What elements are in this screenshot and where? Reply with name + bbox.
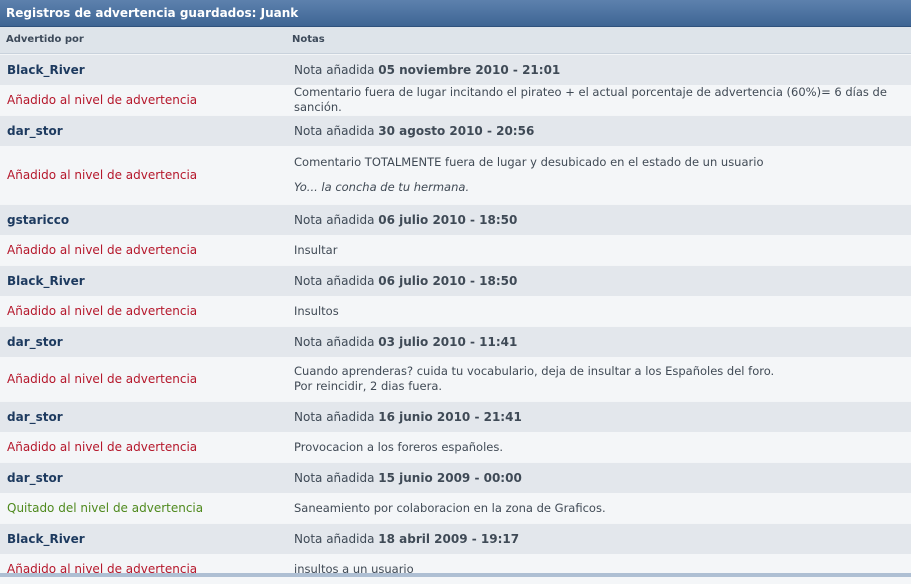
nota-date: 06 julio 2010 - 18:50 [378, 274, 518, 288]
user-link[interactable]: dar_stor [7, 124, 63, 138]
user-link[interactable]: dar_stor [7, 335, 63, 349]
nota-date: 16 junio 2010 - 21:41 [378, 410, 522, 424]
nota-label: Nota añadida [294, 410, 375, 424]
panel-bottom-border [0, 573, 911, 577]
note-text-line2: Por reincidir, 2 dias fuera. [294, 379, 443, 393]
entry-body-row: Añadido al nivel de advertencia Cuando a… [0, 357, 911, 401]
warning-action: Añadido al nivel de advertencia [7, 440, 198, 454]
note-text: Cuando aprenderas? cuida tu vocabulario,… [294, 364, 775, 378]
warning-action: Añadido al nivel de advertencia [7, 304, 198, 318]
user-link[interactable]: Black_River [7, 274, 85, 288]
nota-label: Nota añadida [294, 532, 375, 546]
note-text: Comentario fuera de lugar incitando el p… [294, 85, 887, 114]
entry-body-row: Quitado del nivel de advertencia Saneami… [0, 493, 911, 523]
entry-body-row: Añadido al nivel de advertencia Comentar… [0, 146, 911, 204]
column-header-row: Advertido por Notas [0, 27, 911, 54]
user-link[interactable]: gstaricco [7, 213, 69, 227]
nota-label: Nota añadida [294, 471, 375, 485]
entry-body-row: Añadido al nivel de advertencia Insultar [0, 235, 911, 265]
nota-date: 06 julio 2010 - 18:50 [378, 213, 518, 227]
entry-header-row: Black_River Nota añadida 06 julio 2010 -… [0, 265, 911, 296]
entry-header-row: dar_stor Nota añadida 16 junio 2010 - 21… [0, 401, 911, 432]
nota-label: Nota añadida [294, 213, 375, 227]
note-text: Insultar [294, 242, 338, 257]
entry-header-row: Black_River Nota añadida 05 noviembre 20… [0, 54, 911, 85]
note-quote: Yo... la concha de tu hermana. [294, 180, 470, 194]
nota-date: 05 noviembre 2010 - 21:01 [378, 63, 561, 77]
note-text: Comentario TOTALMENTE fuera de lugar y d… [294, 155, 764, 169]
warning-log-panel: Registros de advertencia guardados: Juan… [0, 0, 911, 584]
note-text: Provocacion a los foreros españoles. [294, 439, 503, 454]
entry-body-row: Añadido al nivel de advertencia Comentar… [0, 85, 911, 115]
user-link[interactable]: Black_River [7, 532, 85, 546]
warning-action: Añadido al nivel de advertencia [7, 93, 198, 107]
entry-header-row: dar_stor Nota añadida 30 agosto 2010 - 2… [0, 115, 911, 146]
user-link[interactable]: dar_stor [7, 471, 63, 485]
column-warned-by: Advertido por [6, 34, 84, 45]
panel-title: Registros de advertencia guardados: Juan… [0, 0, 911, 27]
nota-label: Nota añadida [294, 63, 375, 77]
entry-header-row: dar_stor Nota añadida 15 junio 2009 - 00… [0, 462, 911, 493]
nota-date: 30 agosto 2010 - 20:56 [378, 124, 535, 138]
note-text: Insultos [294, 303, 339, 318]
warning-action: Quitado del nivel de advertencia [7, 501, 204, 515]
nota-date: 18 abril 2009 - 19:17 [378, 532, 520, 546]
nota-date: 15 junio 2009 - 00:00 [378, 471, 522, 485]
column-notes: Notas [292, 34, 325, 45]
warning-action: Añadido al nivel de advertencia [7, 168, 198, 182]
warning-action: Añadido al nivel de advertencia [7, 372, 198, 386]
user-link[interactable]: Black_River [7, 63, 85, 77]
warning-action: Añadido al nivel de advertencia [7, 243, 198, 257]
nota-label: Nota añadida [294, 124, 375, 138]
entry-body-row: Añadido al nivel de advertencia Provocac… [0, 432, 911, 462]
nota-date: 03 julio 2010 - 11:41 [378, 335, 518, 349]
entry-body-row: Añadido al nivel de advertencia Insultos [0, 296, 911, 326]
note-text: Saneamiento por colaboracion en la zona … [294, 500, 606, 515]
nota-label: Nota añadida [294, 335, 375, 349]
nota-label: Nota añadida [294, 274, 375, 288]
entry-header-row: dar_stor Nota añadida 03 julio 2010 - 11… [0, 326, 911, 357]
user-link[interactable]: dar_stor [7, 410, 63, 424]
entry-header-row: Black_River Nota añadida 18 abril 2009 -… [0, 523, 911, 554]
entry-body-row: Añadido al nivel de advertencia insultos… [0, 554, 911, 584]
entry-header-row: gstaricco Nota añadida 06 julio 2010 - 1… [0, 204, 911, 235]
